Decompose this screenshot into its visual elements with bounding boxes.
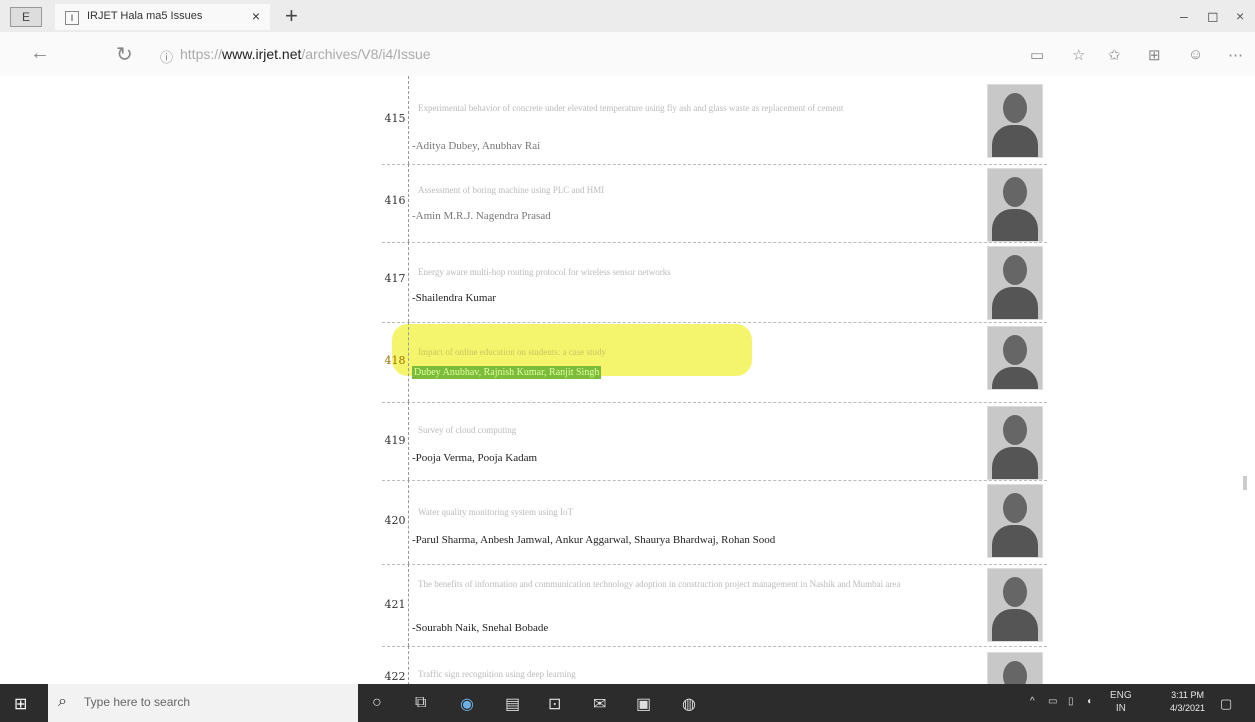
- row-number: 420: [384, 514, 406, 527]
- favorites-list-icon[interactable]: ✩: [1108, 46, 1121, 64]
- language-indicator[interactable]: ENG IN: [1110, 689, 1132, 715]
- row-number: 419: [384, 434, 406, 447]
- maximize-button[interactable]: ◻: [1207, 8, 1219, 25]
- store-icon[interactable]: ⊡: [548, 694, 561, 714]
- back-arrow-icon[interactable]: ←: [30, 42, 50, 65]
- lang-code: ENG: [1110, 690, 1132, 701]
- network-icon[interactable]: ▭: [1048, 696, 1057, 707]
- favorite-star-icon[interactable]: ☆: [1072, 46, 1085, 64]
- scrollbar[interactable]: [1243, 476, 1247, 490]
- row-number: 418: [384, 354, 406, 367]
- browser-menu-button[interactable]: E: [10, 7, 42, 27]
- close-window-button[interactable]: ×: [1236, 8, 1244, 24]
- tray-chevron-icon[interactable]: ^: [1030, 696, 1035, 707]
- paper-authors: -Sourabh Naik, Snehal Bobade: [412, 622, 549, 634]
- tab-close-icon[interactable]: ×: [252, 8, 260, 24]
- paper-title-link[interactable]: Impact of online education on students: …: [418, 346, 978, 358]
- profile-icon[interactable]: ☺: [1188, 46, 1203, 63]
- browser-title-bar: E I IRJET Hala ma5 Issues × + – ◻ ×: [0, 0, 1255, 32]
- file-explorer-icon[interactable]: ▤: [505, 694, 520, 714]
- paper-authors: Dubey Anubhav, Rajnish Kumar, Ranjit Sin…: [412, 366, 602, 379]
- paper-authors: -Amin M.R.J. Nagendra Prasad: [412, 210, 551, 222]
- row-divider: [408, 242, 410, 322]
- task-view-icon[interactable]: ⧉: [415, 694, 426, 712]
- info-icon[interactable]: ⓘ: [160, 47, 173, 66]
- author-photo: [987, 652, 1043, 684]
- address-bar: ← ↻ ⓘ https://www.irjet.net/archives/V8/…: [0, 32, 1255, 76]
- collections-icon[interactable]: ⊞: [1148, 46, 1161, 64]
- photos-icon[interactable]: ▣: [636, 694, 651, 714]
- row-number: 416: [384, 194, 406, 207]
- table-row: 421 The benefits of information and comm…: [382, 564, 1047, 647]
- url-path: /archives/V8/i4/Issue: [301, 46, 431, 62]
- row-number: 415: [384, 112, 406, 125]
- table-row: 419 Survey of cloud computing -Pooja Ver…: [382, 402, 1047, 481]
- volume-icon[interactable]: ◖: [1086, 696, 1092, 707]
- row-divider: [408, 164, 410, 242]
- reading-view-icon[interactable]: ▭: [1030, 46, 1044, 64]
- paper-authors: -Aditya Dubey, Anubhav Rai: [412, 140, 541, 152]
- row-divider: [408, 76, 410, 164]
- search-placeholder: Type here to search: [84, 695, 191, 709]
- table-row: 416 Assessment of boring machine using P…: [382, 164, 1047, 243]
- row-divider: [408, 480, 410, 564]
- table-row-highlighted: 418 Impact of online education on studen…: [382, 322, 1047, 403]
- table-row: 417 Energy aware multi-hop routing proto…: [382, 242, 1047, 323]
- row-divider: [408, 322, 410, 402]
- paper-title-link[interactable]: Assessment of boring machine using PLC a…: [418, 184, 978, 196]
- clock-date: 4/3/2021: [1170, 703, 1206, 713]
- notifications-icon[interactable]: ▢: [1220, 696, 1232, 712]
- region-code: IN: [1115, 703, 1126, 714]
- paper-authors: -Shailendra Kumar: [412, 292, 496, 304]
- row-number: 417: [384, 272, 406, 285]
- clock-time: 3:11 PM: [1171, 690, 1204, 700]
- paper-title-link[interactable]: Water quality monitoring system using Io…: [418, 506, 978, 518]
- author-photo: [987, 326, 1043, 390]
- taskbar-search-box[interactable]: ⌕ Type here to search: [48, 684, 358, 722]
- author-photo: [987, 484, 1043, 558]
- chrome-icon[interactable]: ◍: [682, 694, 696, 714]
- edge-browser-icon[interactable]: ◉: [460, 694, 474, 714]
- author-photo: [987, 84, 1043, 158]
- tab-title: IRJET Hala ma5 Issues: [87, 10, 203, 22]
- paper-authors: -Parul Sharma, Anbesh Jamwal, Ankur Agga…: [412, 534, 776, 546]
- system-clock[interactable]: 3:11 PM 4/3/2021: [1170, 689, 1205, 715]
- row-number: 421: [384, 598, 406, 611]
- url-host: www.irjet.net: [222, 46, 302, 62]
- more-menu-icon[interactable]: ⋯: [1228, 46, 1243, 64]
- row-number: 422: [384, 670, 406, 683]
- paper-title-link[interactable]: The benefits of information and communic…: [418, 578, 978, 590]
- windows-start-icon[interactable]: ⊞: [14, 694, 27, 714]
- table-row: 422 Traffic sign recognition using deep …: [382, 646, 1047, 684]
- refresh-icon[interactable]: ↻: [116, 42, 133, 67]
- minimize-button[interactable]: –: [1180, 8, 1188, 24]
- paper-title-link[interactable]: Survey of cloud computing: [418, 424, 978, 436]
- url-field[interactable]: https://www.irjet.net/archives/V8/i4/Iss…: [180, 46, 431, 62]
- new-tab-button[interactable]: +: [285, 3, 298, 29]
- author-photo: [987, 568, 1043, 642]
- tab-favicon-icon: I: [65, 11, 79, 25]
- row-divider: [408, 402, 410, 480]
- mail-icon[interactable]: ✉: [593, 694, 606, 714]
- author-photo: [987, 168, 1043, 242]
- url-prefix: https://: [180, 46, 223, 62]
- row-divider: [408, 564, 410, 646]
- author-photo: [987, 246, 1043, 320]
- paper-title-link[interactable]: Energy aware multi-hop routing protocol …: [418, 266, 978, 278]
- search-icon: ⌕: [58, 693, 67, 710]
- paper-title-link[interactable]: Traffic sign recognition using deep lear…: [418, 668, 978, 680]
- table-row: 420 Water quality monitoring system usin…: [382, 480, 1047, 565]
- paper-authors: -Pooja Verma, Pooja Kadam: [412, 452, 538, 464]
- browser-tab-active[interactable]: I IRJET Hala ma5 Issues ×: [55, 4, 270, 30]
- table-row: 415 Experimental behavior of concrete un…: [382, 76, 1047, 165]
- row-divider: [408, 646, 410, 684]
- windows-taskbar: ⊞ ⌕ Type here to search ○ ⧉ ◉ ▤ ⊡ ✉ ▣ ◍ …: [0, 684, 1255, 722]
- paper-title-link[interactable]: Experimental behavior of concrete under …: [418, 102, 978, 114]
- author-photo: [987, 406, 1043, 480]
- battery-icon[interactable]: ▯: [1068, 696, 1074, 707]
- page-content: 415 Experimental behavior of concrete un…: [0, 76, 1255, 684]
- cortana-icon[interactable]: ○: [372, 694, 382, 712]
